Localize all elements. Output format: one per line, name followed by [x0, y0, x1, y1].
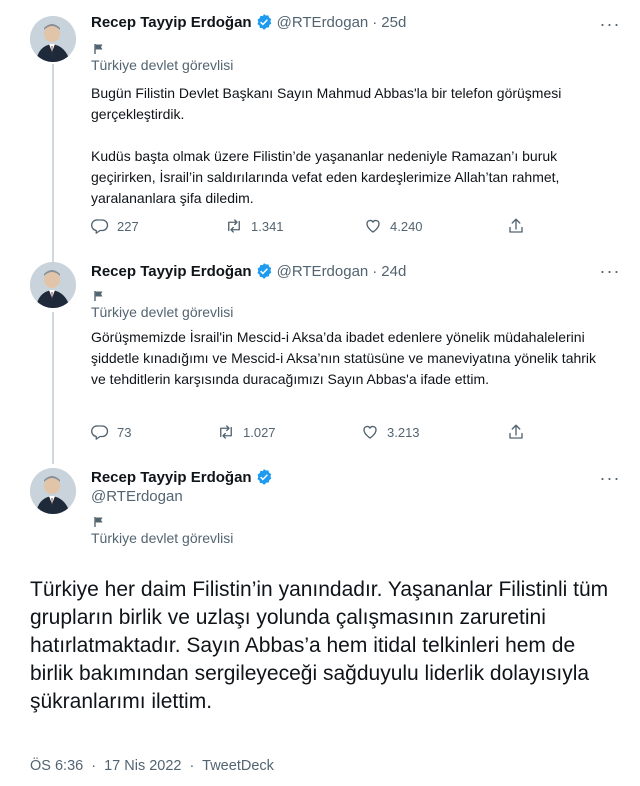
tweet-meta: ÖS 6:36 · 17 Nis 2022 · TweetDeck [30, 758, 274, 774]
retweet-button[interactable]: 1.341 [225, 217, 284, 235]
reply-icon [91, 425, 109, 440]
handle[interactable]: @RTErdogan [277, 263, 369, 280]
tweet-source[interactable]: TweetDeck [202, 758, 274, 774]
like-icon [366, 219, 380, 233]
share-button[interactable] [507, 217, 533, 235]
handle[interactable]: @RTErdogan [277, 14, 369, 31]
more-horizontal-icon[interactable]: ··· [598, 261, 622, 281]
tweet-paragraph: Kudüs başta olmak üzere Filistin’de yaşa… [91, 148, 560, 206]
tweet-text: Türkiye her daim Filistin’in yanındadır.… [30, 578, 609, 713]
verified-badge-icon [255, 468, 273, 486]
reply-button[interactable]: 73 [91, 423, 131, 441]
avatar[interactable] [30, 16, 76, 62]
tweet-text: Görüşmemizde İsrail'in Mescid-i Aksa’da … [91, 327, 611, 390]
tweet-date[interactable]: 17 Nis 2022 [104, 758, 181, 774]
flag-icon [94, 517, 103, 527]
more-horizontal-icon[interactable]: ··· [598, 468, 622, 488]
like-icon [363, 425, 377, 439]
more-horizontal-icon[interactable]: ··· [598, 14, 622, 34]
retweet-count: 1.027 [243, 424, 276, 440]
display-name[interactable]: Recep Tayyip Erdoğan [91, 14, 252, 31]
flag-icon [94, 291, 103, 301]
retweet-icon [220, 425, 232, 439]
account-label[interactable]: Türkiye devlet görevlisi [91, 530, 233, 546]
verified-badge-icon [255, 262, 273, 280]
tweet-paragraph: Görüşmemizde İsrail'in Mescid-i Aksa’da … [91, 329, 597, 387]
avatar[interactable] [30, 262, 76, 308]
share-icon [509, 218, 523, 233]
tweet[interactable]: Recep Tayyip Erdoğan @RTErdogan · 25d ··… [0, 0, 640, 258]
handle[interactable]: @RTErdogan [91, 488, 183, 505]
avatar[interactable] [30, 468, 76, 514]
separator-dot: · [189, 758, 195, 774]
tweet-paragraph: Bugün Filistin Devlet Başkanı Sayın Mahm… [91, 85, 562, 122]
tweet-actions: 227 1.341 4.240 [91, 217, 531, 239]
like-count: 4.240 [390, 218, 423, 234]
display-name[interactable]: Recep Tayyip Erdoğan [91, 469, 252, 486]
display-name[interactable]: Recep Tayyip Erdoğan [91, 263, 252, 280]
like-button[interactable]: 4.240 [364, 217, 423, 235]
tweet-age[interactable]: 24d [381, 263, 406, 280]
flag-icon [94, 44, 103, 54]
retweet-button[interactable]: 1.027 [217, 423, 276, 441]
like-count: 3.213 [387, 424, 420, 440]
reply-button[interactable]: 227 [91, 217, 139, 235]
reply-count: 73 [117, 424, 132, 440]
tweet-time[interactable]: ÖS 6:36 [30, 758, 83, 774]
share-button[interactable] [507, 423, 533, 441]
tweet-actions: 73 1.027 3.213 [91, 423, 531, 445]
tweet-age[interactable]: 25d [381, 14, 406, 31]
account-label[interactable]: Türkiye devlet görevlisi [91, 57, 233, 73]
separator-dot: · [372, 13, 378, 31]
like-button[interactable]: 3.213 [361, 423, 420, 441]
retweet-count: 1.341 [251, 218, 284, 234]
verified-badge-icon [255, 13, 273, 31]
separator-dot: · [372, 262, 378, 280]
retweet-icon [228, 219, 240, 233]
share-icon [509, 424, 523, 439]
account-label[interactable]: Türkiye devlet görevlisi [91, 304, 233, 320]
reply-count: 227 [117, 218, 139, 234]
reply-icon [91, 219, 109, 234]
tweet[interactable]: Recep Tayyip Erdoğan @RTErdogan · 24d ··… [0, 258, 640, 458]
focused-tweet[interactable]: Recep Tayyip Erdoğan @RTErdogan ··· Türk… [0, 458, 640, 786]
tweet-text: Bugün Filistin Devlet Başkanı Sayın Mahm… [91, 83, 611, 209]
separator-dot: · [91, 758, 97, 774]
